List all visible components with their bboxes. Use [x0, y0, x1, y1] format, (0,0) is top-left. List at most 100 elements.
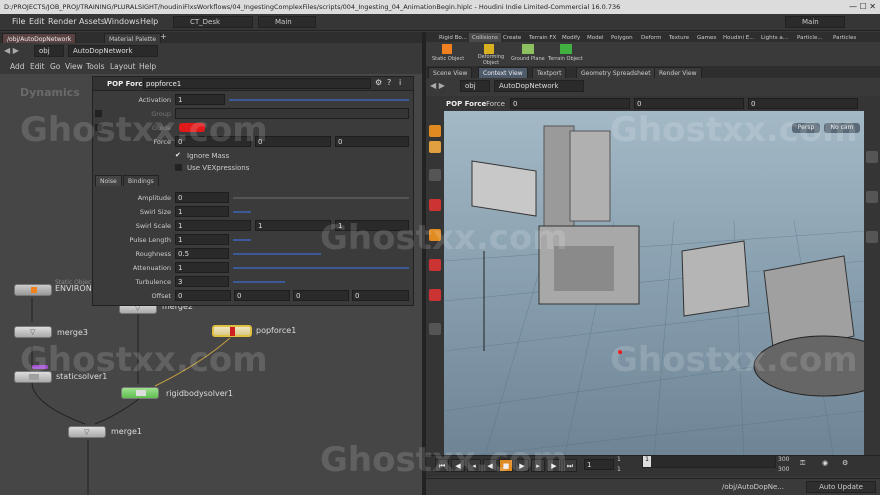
menu-assets[interactable]: Assets	[79, 17, 105, 26]
op-force-x[interactable]: 0	[510, 98, 630, 109]
offset-y[interactable]: 0	[234, 290, 290, 301]
pulse-length-slider[interactable]	[233, 239, 251, 241]
use-vex-checkbox[interactable]	[175, 164, 182, 171]
turbulence-field[interactable]: 3	[175, 276, 229, 287]
ground-plane-tool-icon[interactable]	[522, 44, 534, 54]
ignore-mass-checkbox[interactable]: ✔	[175, 151, 181, 159]
activation-field[interactable]: 1	[175, 94, 225, 105]
deforming-object-tool-label[interactable]: Deforming Object	[474, 54, 508, 66]
move-tool-icon[interactable]	[429, 141, 441, 153]
net-menu-tools[interactable]: Tools	[86, 62, 104, 71]
offset-x[interactable]: 0	[175, 290, 231, 301]
deforming-object-tool-icon[interactable]	[484, 44, 494, 54]
amplitude-field[interactable]: 0	[175, 192, 229, 203]
add-tab-icon[interactable]: +	[160, 32, 167, 41]
shading-icon[interactable]	[866, 191, 878, 203]
node-merge3[interactable]: ▽	[14, 326, 52, 338]
range-start-2[interactable]: 1	[617, 466, 621, 473]
ground-plane-tool-label[interactable]: Ground Plane	[511, 56, 545, 62]
offset-w[interactable]: 0	[352, 290, 409, 301]
swirl-scale-x[interactable]: 1	[175, 220, 251, 231]
menu-render[interactable]: Render	[48, 17, 76, 26]
net-menu-layout[interactable]: Layout	[110, 62, 136, 71]
snap-icon[interactable]	[429, 259, 441, 271]
path-network[interactable]: AutoDopNetwork	[68, 45, 158, 57]
force-z[interactable]: 0	[335, 136, 409, 147]
tab-render-view[interactable]: Render View	[654, 67, 702, 78]
terrain-object-tool-icon[interactable]	[560, 44, 572, 54]
menu-help[interactable]: Help	[140, 17, 158, 26]
swirl-size-slider[interactable]	[233, 211, 251, 213]
tab-geometry-spreadsheet[interactable]: Geometry Spreadsheet	[576, 67, 656, 78]
menu-windows[interactable]: Windows	[104, 17, 140, 26]
node-rigidbodysolver1[interactable]	[121, 387, 159, 399]
op-force-y[interactable]: 0	[634, 98, 744, 109]
node-name-field[interactable]: popforce1	[143, 78, 371, 89]
pulse-length-field[interactable]: 1	[175, 234, 229, 245]
op-force-z[interactable]: 0	[748, 98, 858, 109]
activation-slider[interactable]	[229, 99, 409, 101]
timeline-slider[interactable]: 1	[642, 455, 776, 468]
swirl-size-field[interactable]: 1	[175, 206, 229, 217]
display-option-icon[interactable]	[866, 151, 878, 163]
terrain-object-tool-label[interactable]: Terrain Object	[548, 56, 583, 62]
settings-icon[interactable]: ⚙	[842, 459, 848, 467]
camera-icon[interactable]	[429, 323, 441, 335]
info-icon[interactable]: i	[399, 78, 401, 87]
viewport-toolbar-right	[864, 111, 880, 459]
window-controls[interactable]: — ☐ ✕	[849, 2, 876, 11]
current-frame-field[interactable]: 1	[584, 459, 614, 470]
range-end-2[interactable]: 300	[778, 466, 789, 473]
node-popforce1-label: popforce1	[256, 326, 297, 335]
key-icon[interactable]: ⚿	[800, 459, 805, 468]
swirl-size-label: Swirl Size	[139, 208, 171, 216]
menu-edit[interactable]: Edit	[29, 17, 45, 26]
path-network[interactable]: AutoDopNetwork	[494, 80, 584, 92]
roughness-slider[interactable]	[233, 253, 321, 255]
tab-bindings[interactable]: Bindings	[123, 175, 159, 186]
tab-textport[interactable]: Textport	[532, 67, 567, 78]
node-popforce1[interactable]	[212, 325, 252, 337]
sound-icon[interactable]: ◉	[822, 459, 828, 467]
timeline-cursor[interactable]: 1	[643, 456, 651, 467]
select-tool-icon[interactable]	[429, 125, 441, 137]
3d-viewport[interactable]: Persp No cam	[444, 111, 864, 459]
tab-context-view[interactable]: Context View	[478, 67, 528, 78]
auto-update-dropdown[interactable]: Auto Update	[806, 481, 876, 493]
help-icon[interactable]: ?	[387, 78, 391, 87]
main-shelf-dropdown-right[interactable]: Main	[785, 16, 845, 28]
status-bar: /obj/AutoDopNe... Auto Update	[426, 478, 880, 495]
net-menu-go[interactable]: Go	[50, 62, 60, 71]
magnet-icon[interactable]	[429, 199, 441, 211]
back-arrow-icon[interactable]: ◀ ▶	[430, 81, 445, 90]
node-environment[interactable]	[14, 284, 52, 296]
attenuation-slider[interactable]	[233, 267, 409, 269]
node-merge1[interactable]: ▽	[68, 426, 106, 438]
range-start[interactable]: 1	[617, 456, 621, 463]
path-obj[interactable]: obj	[460, 80, 490, 92]
tab-noise[interactable]: Noise	[95, 175, 122, 186]
static-object-tool-icon[interactable]	[442, 44, 452, 54]
amplitude-slider[interactable]	[233, 197, 409, 199]
pose-icon[interactable]	[429, 289, 441, 301]
main-shelf-dropdown-left[interactable]: Main	[258, 16, 316, 28]
roughness-field[interactable]: 0.5	[175, 248, 229, 259]
range-end[interactable]: 300	[778, 456, 789, 463]
tab-scene-view[interactable]: Scene View	[428, 67, 473, 78]
offset-z[interactable]: 0	[293, 290, 349, 301]
desk-dropdown[interactable]: CT_Desk	[173, 16, 253, 28]
lighting-icon[interactable]	[866, 231, 878, 243]
swirl-scale-label: Swirl Scale	[135, 222, 171, 230]
gear-icon[interactable]: ⚙	[375, 78, 382, 87]
static-object-tool-label[interactable]: Static Object	[432, 56, 464, 62]
view-tool-icon[interactable]	[429, 169, 441, 181]
net-menu-edit[interactable]: Edit	[30, 62, 45, 71]
net-menu-add[interactable]: Add	[10, 62, 25, 71]
net-menu-view[interactable]: View	[65, 62, 83, 71]
path-obj[interactable]: obj	[34, 45, 64, 57]
back-arrow-icon[interactable]: ◀ ▶	[4, 46, 19, 55]
menu-file[interactable]: File	[12, 17, 25, 26]
attenuation-field[interactable]: 1	[175, 262, 229, 273]
net-menu-help[interactable]: Help	[139, 62, 156, 71]
turbulence-slider[interactable]	[233, 281, 285, 283]
